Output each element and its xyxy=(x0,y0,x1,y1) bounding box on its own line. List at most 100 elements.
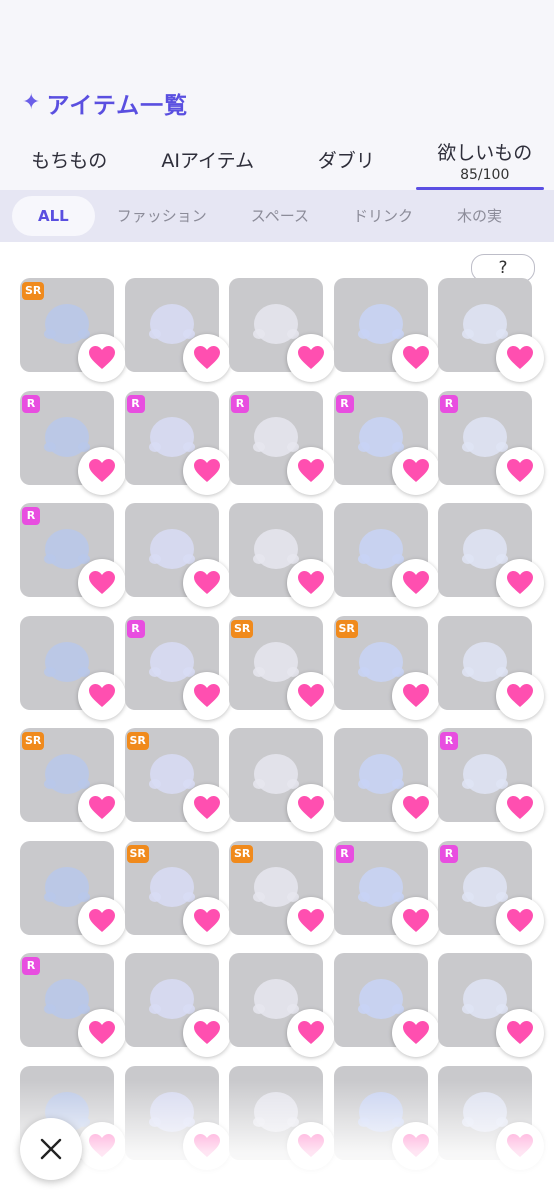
tab-wishlist[interactable]: 欲しいもの 85/100 xyxy=(415,132,554,190)
item-tile[interactable]: R xyxy=(333,390,440,495)
item-tile[interactable] xyxy=(229,728,335,832)
tab-label: もちもの xyxy=(31,150,108,172)
wishlist-heart-button[interactable] xyxy=(287,1121,335,1170)
wishlist-heart-button[interactable] xyxy=(391,1121,440,1170)
wishlist-heart-button[interactable] xyxy=(78,1121,126,1170)
wishlist-heart-button[interactable] xyxy=(78,671,126,720)
item-tile[interactable]: SR xyxy=(229,615,335,720)
wishlist-heart-button[interactable] xyxy=(287,446,335,495)
item-tile[interactable] xyxy=(438,278,544,382)
wishlist-heart-button[interactable] xyxy=(287,896,335,945)
rarity-badge: SR xyxy=(335,619,358,638)
category-fashion[interactable]: ファッション xyxy=(95,196,229,236)
wishlist-heart-button[interactable] xyxy=(182,334,231,382)
item-tile[interactable]: SR xyxy=(124,840,231,945)
wishlist-heart-button[interactable] xyxy=(182,1121,231,1170)
rarity-badge: SR xyxy=(22,732,45,750)
item-tile[interactable] xyxy=(438,503,544,607)
item-tile[interactable]: SR xyxy=(229,840,335,945)
wishlist-heart-button[interactable] xyxy=(78,446,126,495)
category-nuts[interactable]: 木の実 xyxy=(435,196,524,236)
wishlist-heart-button[interactable] xyxy=(182,446,231,495)
wishlist-heart-button[interactable] xyxy=(182,896,231,945)
item-tile[interactable]: SR xyxy=(20,278,126,382)
tab-mochimono[interactable]: もちもの xyxy=(0,132,139,190)
wishlist-heart-button[interactable] xyxy=(391,671,440,720)
item-tile[interactable] xyxy=(124,503,231,607)
wishlist-heart-button[interactable] xyxy=(182,559,231,607)
wishlist-heart-button[interactable] xyxy=(78,896,126,945)
item-tile[interactable]: R xyxy=(438,840,544,945)
wishlist-heart-button[interactable] xyxy=(391,784,440,832)
heart-icon xyxy=(507,346,533,369)
heart-icon xyxy=(298,346,324,369)
wishlist-heart-button[interactable] xyxy=(287,784,335,832)
item-tile[interactable]: R xyxy=(20,390,126,495)
close-button[interactable] xyxy=(20,1118,82,1180)
tab-ai-items[interactable]: AIアイテム xyxy=(139,132,278,190)
wishlist-heart-button[interactable] xyxy=(182,671,231,720)
item-tile[interactable] xyxy=(124,278,231,382)
heart-icon xyxy=(402,908,429,932)
heart-icon xyxy=(193,908,220,932)
wishlist-heart-button[interactable] xyxy=(78,559,126,607)
item-tile[interactable]: R xyxy=(438,390,544,495)
wishlist-heart-button[interactable] xyxy=(496,1121,544,1170)
category-drink[interactable]: ドリンク xyxy=(331,196,435,236)
heart-icon xyxy=(193,1021,220,1044)
item-tile[interactable]: R xyxy=(229,390,335,495)
wishlist-heart-button[interactable] xyxy=(496,446,544,495)
item-tile[interactable]: R xyxy=(124,390,231,495)
wishlist-heart-button[interactable] xyxy=(496,559,544,607)
item-tile[interactable] xyxy=(229,503,335,607)
item-tile[interactable]: SR xyxy=(124,728,231,832)
item-tile[interactable]: SR xyxy=(20,728,126,832)
item-tile[interactable] xyxy=(333,278,440,382)
wishlist-heart-button[interactable] xyxy=(78,784,126,832)
wishlist-heart-button[interactable] xyxy=(391,334,440,382)
wishlist-heart-button[interactable] xyxy=(287,559,335,607)
item-tile[interactable]: R xyxy=(333,840,440,945)
item-tile[interactable]: R xyxy=(124,615,231,720)
item-tile[interactable] xyxy=(229,1065,335,1170)
wishlist-heart-button[interactable] xyxy=(78,1009,126,1057)
wishlist-heart-button[interactable] xyxy=(391,559,440,607)
wishlist-heart-button[interactable] xyxy=(287,334,335,382)
wishlist-heart-button[interactable] xyxy=(287,1009,335,1057)
item-tile[interactable] xyxy=(333,728,440,832)
wishlist-heart-button[interactable] xyxy=(496,1009,544,1057)
wishlist-heart-button[interactable] xyxy=(78,334,126,382)
category-all[interactable]: ALL xyxy=(12,196,95,236)
wishlist-heart-button[interactable] xyxy=(287,671,335,720)
item-tile[interactable] xyxy=(333,503,440,607)
wishlist-heart-button[interactable] xyxy=(496,896,544,945)
wishlist-heart-button[interactable] xyxy=(182,784,231,832)
category-space[interactable]: スペース xyxy=(229,196,331,236)
wishlist-heart-button[interactable] xyxy=(496,784,544,832)
item-tile[interactable] xyxy=(229,278,335,382)
item-tile[interactable] xyxy=(333,1065,440,1170)
item-tile[interactable] xyxy=(229,953,335,1057)
item-tile[interactable]: R xyxy=(20,503,126,607)
heart-icon xyxy=(507,1133,533,1157)
wishlist-heart-button[interactable] xyxy=(496,334,544,382)
wishlist-heart-button[interactable] xyxy=(391,896,440,945)
title-row: ✦ アイテム一覧 xyxy=(22,86,188,120)
item-tile[interactable] xyxy=(333,953,440,1057)
tab-duplicates[interactable]: ダブリ xyxy=(277,132,416,190)
rarity-badge: SR xyxy=(22,282,45,300)
item-tile[interactable] xyxy=(124,1065,231,1170)
item-tile[interactable] xyxy=(124,953,231,1057)
wishlist-heart-button[interactable] xyxy=(391,1009,440,1057)
item-tile[interactable] xyxy=(438,1065,544,1170)
item-tile[interactable] xyxy=(20,615,126,720)
item-tile[interactable] xyxy=(438,953,544,1057)
item-tile[interactable]: R xyxy=(20,953,126,1057)
item-tile[interactable]: R xyxy=(438,728,544,832)
item-tile[interactable] xyxy=(438,615,544,720)
item-tile[interactable] xyxy=(20,840,126,945)
wishlist-heart-button[interactable] xyxy=(391,446,440,495)
wishlist-heart-button[interactable] xyxy=(496,671,544,720)
wishlist-heart-button[interactable] xyxy=(182,1009,231,1057)
item-tile[interactable]: SR xyxy=(333,615,440,720)
